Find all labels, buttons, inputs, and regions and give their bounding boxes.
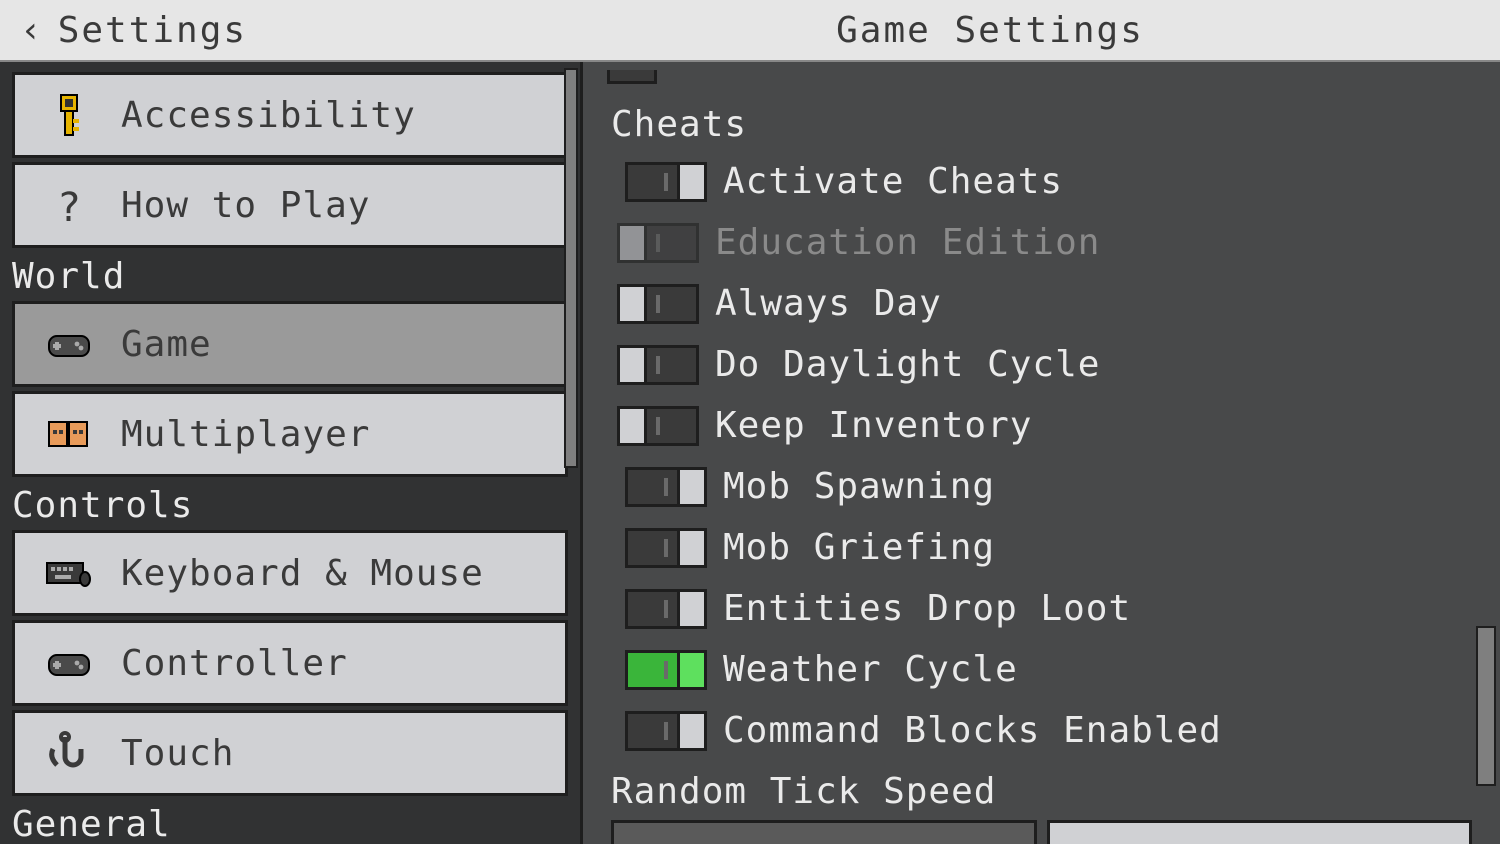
sidebar-item-touch[interactable]: Touch: [12, 710, 568, 796]
toggle-label: Entities Drop Loot: [723, 588, 1131, 629]
toggle-label: Do Daylight Cycle: [715, 344, 1100, 385]
toggle-always-day[interactable]: [617, 284, 699, 324]
header-bar: ‹ Settings Game Settings: [0, 0, 1500, 62]
toggle-row-9: Command Blocks Enabled: [611, 710, 1472, 751]
sidebar-item-game[interactable]: Game: [12, 301, 568, 387]
sidebar-item-label: Keyboard & Mouse: [121, 553, 484, 594]
back-button[interactable]: ‹ Settings: [20, 10, 247, 51]
toggle-education-edition: [617, 223, 699, 263]
main-panel: Cheats Activate Cheats Education Edition A…: [580, 62, 1500, 844]
toggle-mob-griefing[interactable]: [625, 528, 707, 568]
sidebar-item-label: Controller: [121, 643, 348, 684]
toggle-label: Always Day: [715, 283, 942, 324]
toggle-keep-inventory[interactable]: [617, 406, 699, 446]
gamepad-icon: [37, 319, 101, 369]
touch-icon: [37, 728, 101, 778]
sidebar-item-label: How to Play: [121, 185, 370, 226]
sidebar-item-label: Game: [121, 324, 212, 365]
toggle-row-8: Weather Cycle: [611, 649, 1472, 690]
sidebar-item-accessibility[interactable]: Accessibility: [12, 72, 568, 158]
toggle-row-1: Education Edition: [611, 222, 1472, 263]
toggle-row-5: Mob Spawning: [611, 466, 1472, 507]
question-icon: ?: [37, 180, 101, 230]
toggle-mob-spawning[interactable]: [625, 467, 707, 507]
sidebar-section-general: General: [12, 800, 568, 844]
key-icon: [37, 90, 101, 140]
toggle-command-blocks-enabled[interactable]: [625, 711, 707, 751]
sidebar: Accessibility? How to Play World Game Multip…: [0, 62, 580, 844]
sidebar-section-world: World: [12, 252, 568, 301]
sidebar-scrollbar[interactable]: [564, 68, 578, 468]
toggle-entities-drop-loot[interactable]: [625, 589, 707, 629]
main-scrollbar[interactable]: [1476, 626, 1496, 786]
sidebar-section-controls: Controls: [12, 481, 568, 530]
gamepad-icon: [37, 638, 101, 688]
page-title: Game Settings: [836, 10, 1144, 51]
toggle-label: Command Blocks Enabled: [723, 710, 1222, 751]
toggle-row-6: Mob Griefing: [611, 527, 1472, 568]
toggle-label: Mob Griefing: [723, 527, 995, 568]
sidebar-item-label: Accessibility: [121, 95, 416, 136]
toggle-label: Keep Inventory: [715, 405, 1032, 446]
toggle-activate-cheats[interactable]: [625, 162, 707, 202]
toggle-label: Activate Cheats: [723, 161, 1063, 202]
toggle-row-3: Do Daylight Cycle: [611, 344, 1472, 385]
toggle-label: Weather Cycle: [723, 649, 1018, 690]
toggle-row-0: Activate Cheats: [611, 161, 1472, 202]
toggle-label: Education Edition: [715, 222, 1100, 263]
sidebar-item-label: Multiplayer: [121, 414, 370, 455]
players-icon: [37, 409, 101, 459]
sidebar-item-label: Touch: [121, 733, 234, 774]
sidebar-item-keyboard[interactable]: Keyboard & Mouse: [12, 530, 568, 616]
toggle-row-7: Entities Drop Loot: [611, 588, 1472, 629]
svg-text:?: ?: [57, 185, 83, 229]
toggle-row-2: Always Day: [611, 283, 1472, 324]
random-tick-label: Random Tick Speed: [611, 771, 1472, 812]
sidebar-item-controller[interactable]: Controller: [12, 620, 568, 706]
keyboard-icon: [37, 548, 101, 598]
sidebar-item-howtoplay[interactable]: ? How to Play: [12, 162, 568, 248]
random-tick-secondary[interactable]: [1047, 820, 1473, 844]
back-label: Settings: [58, 10, 247, 51]
toggle-weather-cycle[interactable]: [625, 650, 707, 690]
random-tick-input[interactable]: [611, 820, 1037, 844]
toggle-label: Mob Spawning: [723, 466, 995, 507]
sidebar-item-multiplayer[interactable]: Multiplayer: [12, 391, 568, 477]
toggle-row-4: Keep Inventory: [611, 405, 1472, 446]
toggle-do-daylight-cycle[interactable]: [617, 345, 699, 385]
partial-toggle-above[interactable]: [607, 70, 657, 84]
section-title-cheats: Cheats: [611, 104, 1472, 145]
chevron-left-icon: ‹: [20, 10, 44, 51]
